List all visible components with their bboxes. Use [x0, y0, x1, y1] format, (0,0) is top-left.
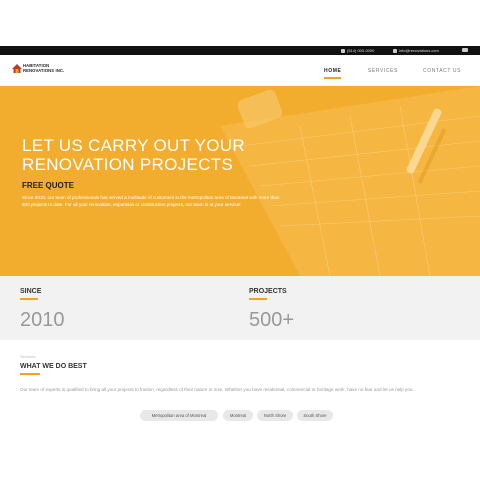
section-description: Our team of experts is qualified to brin… — [20, 387, 414, 392]
hero-title: LET US CARRY OUT YOUR RENOVATION PROJECT… — [22, 136, 245, 174]
phone-number: (514) 000-0000 — [347, 48, 375, 53]
mail-icon — [393, 48, 397, 53]
language-switch[interactable] — [462, 48, 468, 52]
stat-value: 500+ — [249, 309, 295, 331]
stat-accent-bar — [20, 298, 38, 300]
hero-description: Since 2010, our team of professionals ha… — [22, 195, 280, 208]
house-logo-icon — [12, 64, 22, 73]
hero-subtitle: FREE QUOTE — [22, 181, 75, 190]
stats-section: SINCE 2010 PROJECTS 500+ — [0, 276, 480, 340]
tag-south-shore[interactable]: South Shore — [297, 410, 333, 421]
stat-projects: PROJECTS 500+ — [249, 288, 294, 332]
stat-accent-bar — [249, 298, 267, 300]
phone-icon — [341, 48, 345, 53]
email-link[interactable]: info@renovations.com — [393, 48, 439, 53]
stat-label: PROJECTS — [249, 288, 287, 295]
active-nav-underline — [324, 77, 341, 79]
flag-icon — [462, 48, 468, 52]
nav-services[interactable]: SERVICES — [368, 68, 398, 74]
service-area-tags: Metropolitan area of Montreal Montreal N… — [0, 410, 480, 422]
nav-contact-us[interactable]: CONTACT US — [423, 68, 461, 74]
company-logo[interactable]: HABITATION RENOVATIONS INC. — [12, 63, 70, 77]
phone-link[interactable]: (514) 000-0000 — [341, 48, 374, 53]
section-kicker: Services — [20, 354, 36, 359]
nav-home[interactable]: HOME — [324, 68, 341, 74]
hero-banner: LET US CARRY OUT YOUR RENOVATION PROJECT… — [0, 86, 480, 276]
tag-north-shore[interactable]: North Shore — [257, 410, 293, 421]
email-address: info@renovations.com — [399, 48, 439, 53]
stat-label: SINCE — [20, 288, 42, 295]
logo-text: HABITATION RENOVATIONS INC. — [23, 63, 65, 73]
services-section: Services WHAT WE DO BEST Our team of exp… — [0, 340, 480, 480]
section-accent-bar — [20, 373, 40, 375]
top-contact-bar: (514) 000-0000 info@renovations.com — [0, 46, 480, 55]
tag-metropolitan-montreal[interactable]: Metropolitan area of Montreal — [140, 410, 218, 421]
main-header: HABITATION RENOVATIONS INC. HOME SERVICE… — [0, 55, 480, 87]
section-title: WHAT WE DO BEST — [20, 363, 87, 370]
tag-montreal[interactable]: Montreal — [223, 410, 253, 421]
stat-value: 2010 — [20, 309, 65, 331]
stat-since: SINCE 2010 — [20, 288, 65, 332]
